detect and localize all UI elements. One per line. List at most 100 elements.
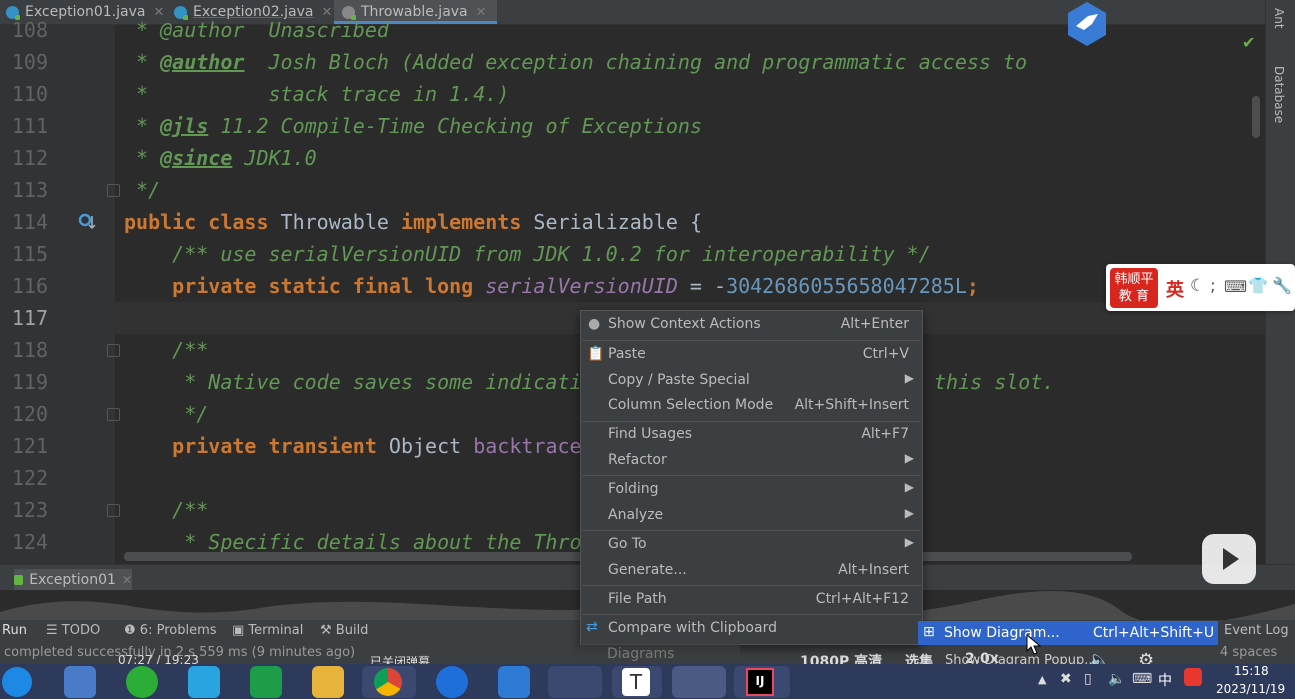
code-line[interactable]: public class Throwable implements Serial… [124, 210, 702, 234]
computer-icon[interactable] [64, 666, 96, 698]
menu-label: Generate... [608, 562, 687, 578]
menu-separator [582, 585, 921, 586]
punctuation-icon[interactable]: ; [1210, 276, 1216, 296]
fold-icon[interactable] [107, 504, 120, 517]
code-line[interactable]: */ [124, 178, 160, 202]
keyboard-icon[interactable]: ⌨ [1224, 277, 1247, 296]
run-config-icon [14, 575, 24, 585]
tool-database[interactable]: Database [1272, 66, 1286, 123]
code-line[interactable]: * @author Unascribed [124, 18, 389, 42]
code-line[interactable]: /** use serialVersionUID from JDK 1.0.2 … [124, 242, 931, 266]
game-icon[interactable] [672, 666, 726, 698]
menu-shortcut: Ctrl+Alt+Shift+U [1093, 625, 1215, 641]
code-line[interactable]: private transient Object backtrace [124, 434, 582, 458]
tool-problems[interactable]: ❶ 6: Problems [124, 623, 217, 638]
field-name: backtrace [473, 434, 582, 458]
code-line[interactable]: /** [124, 338, 208, 362]
mouse-cursor-icon [1026, 634, 1042, 655]
menu-folding[interactable]: Folding ▶ [581, 478, 922, 502]
menu-label: Analyze [608, 507, 664, 523]
tray-device-icon[interactable]: ▯ [1084, 671, 1092, 687]
notepad-icon[interactable] [548, 666, 602, 698]
close-icon[interactable]: ✕ [476, 5, 487, 20]
menu-show-context-actions[interactable]: ● Show Context Actions Alt+Enter [581, 313, 922, 337]
menu-label: Copy / Paste Special [608, 372, 750, 388]
code-line[interactable]: private static final long serialVersionU… [124, 274, 979, 298]
close-icon[interactable]: ✕ [122, 573, 132, 587]
tool-ant[interactable]: Ant [1272, 8, 1286, 29]
tray-network-icon[interactable]: ✖ [1060, 671, 1072, 687]
menu-column-selection-mode[interactable]: Column Selection Mode Alt+Shift+Insert [581, 394, 922, 418]
tool-build[interactable]: ⚒ Build [320, 623, 368, 638]
sogou-icon[interactable] [2, 667, 32, 697]
menu-go-to[interactable]: Go To ▶ [581, 533, 922, 557]
diagram-icon: ⊞ [923, 624, 935, 640]
telegram-icon[interactable] [188, 666, 220, 698]
code-line[interactable]: * @jls 11.2 Compile-Time Checking of Exc… [124, 114, 702, 138]
line-number: 114 [11, 210, 48, 234]
brand-line: 教 育 [1118, 289, 1150, 304]
submenu-arrow-icon: ▶ [904, 371, 914, 385]
fold-icon[interactable] [107, 408, 120, 421]
ime-lang[interactable]: 英 [1166, 276, 1184, 302]
tray-sogou-icon[interactable] [1184, 668, 1202, 686]
menu-copy-paste-special[interactable]: Copy / Paste Special ▶ [581, 369, 922, 393]
menu-generate[interactable]: Generate... Alt+Insert [581, 559, 922, 583]
bulb-icon: ● [588, 316, 601, 332]
skin-icon[interactable]: 👕 [1248, 276, 1268, 295]
menu-diagrams[interactable]: Diagrams [580, 644, 740, 664]
menu-find-usages[interactable]: Find Usages Alt+F7 [581, 423, 922, 447]
code-line[interactable]: * Native code saves some indicati [124, 370, 581, 394]
code-line[interactable]: * Specific details about the Thro [124, 530, 581, 554]
menu-label: Folding [608, 481, 659, 497]
menu-separator [582, 614, 921, 615]
wechat-icon[interactable] [126, 666, 158, 698]
chrome-icon[interactable] [362, 666, 416, 698]
submenu-show-diagram[interactable]: ⊞ Show Diagram... Ctrl+Alt+Shift+U [918, 621, 1218, 645]
terminal-icon: ▣ [232, 623, 249, 638]
typora-icon[interactable]: T [612, 666, 662, 698]
tool-terminal[interactable]: ▣ Terminal [232, 623, 303, 638]
implements-method-icon[interactable] [78, 212, 98, 232]
kugou-icon[interactable] [436, 666, 468, 698]
tray-volume-icon[interactable]: 🔈 [1108, 671, 1125, 687]
javadoc-tag: @since [160, 146, 233, 170]
code-line[interactable]: */ [124, 402, 208, 426]
intellij-icon[interactable]: IJ [734, 666, 790, 698]
moon-icon[interactable]: ☾ [1190, 276, 1205, 296]
vertical-scrollbar[interactable] [1252, 96, 1260, 138]
code-line[interactable]: * stack trace in 1.4.) [124, 82, 509, 106]
keyword: private transient [124, 434, 389, 458]
code-line[interactable]: /** [124, 498, 208, 522]
tool-run[interactable]: Run [2, 623, 27, 638]
run-tab[interactable]: Exception01 ✕ [14, 569, 132, 591]
menu-paste[interactable]: 📋 Paste Ctrl+V [581, 343, 922, 367]
code-line[interactable]: * @author Josh Bloch (Added exception ch… [124, 50, 1027, 74]
tool-event-log[interactable]: Event Log [1224, 623, 1289, 638]
menu-compare-with-clipboard[interactable]: ⇄ Compare with Clipboard [581, 617, 922, 641]
tray-chevron-icon[interactable]: ▲ [1038, 673, 1046, 686]
wrench-icon[interactable]: 🔧 [1272, 276, 1292, 295]
tool-label: Build [335, 623, 369, 638]
tray-date: 2023/11/19 [1216, 682, 1286, 696]
menu-file-path[interactable]: File Path Ctrl+Alt+F12 [581, 588, 922, 612]
paint-icon[interactable] [312, 666, 344, 698]
menu-analyze[interactable]: Analyze ▶ [581, 504, 922, 528]
line-number: 118 [11, 338, 48, 362]
bird-app-icon[interactable] [498, 666, 530, 698]
spreadsheet-icon[interactable] [250, 666, 282, 698]
fold-icon[interactable] [107, 344, 120, 357]
code-token: * [124, 50, 161, 74]
interface-name: Serializable { [533, 210, 702, 234]
tray-input-icon[interactable]: ⌨ [1132, 671, 1152, 687]
field-name: serialVersionUID [485, 274, 678, 298]
fold-icon[interactable] [107, 184, 120, 197]
play-button[interactable] [1202, 534, 1256, 584]
tool-todo[interactable]: ☰ TODO [46, 623, 100, 638]
ime-toolbar: 韩顺平 教 育 英 ☾ ; ⌨ 👕 🔧 [1106, 264, 1295, 311]
code-line[interactable]: * @since JDK1.0 [124, 146, 317, 170]
code-line-tail[interactable]: this slot. [934, 370, 1054, 394]
brand-line: 韩顺平 [1114, 272, 1154, 287]
menu-refactor[interactable]: Refactor ▶ [581, 449, 922, 473]
tray-lang[interactable]: 中 [1158, 670, 1172, 690]
